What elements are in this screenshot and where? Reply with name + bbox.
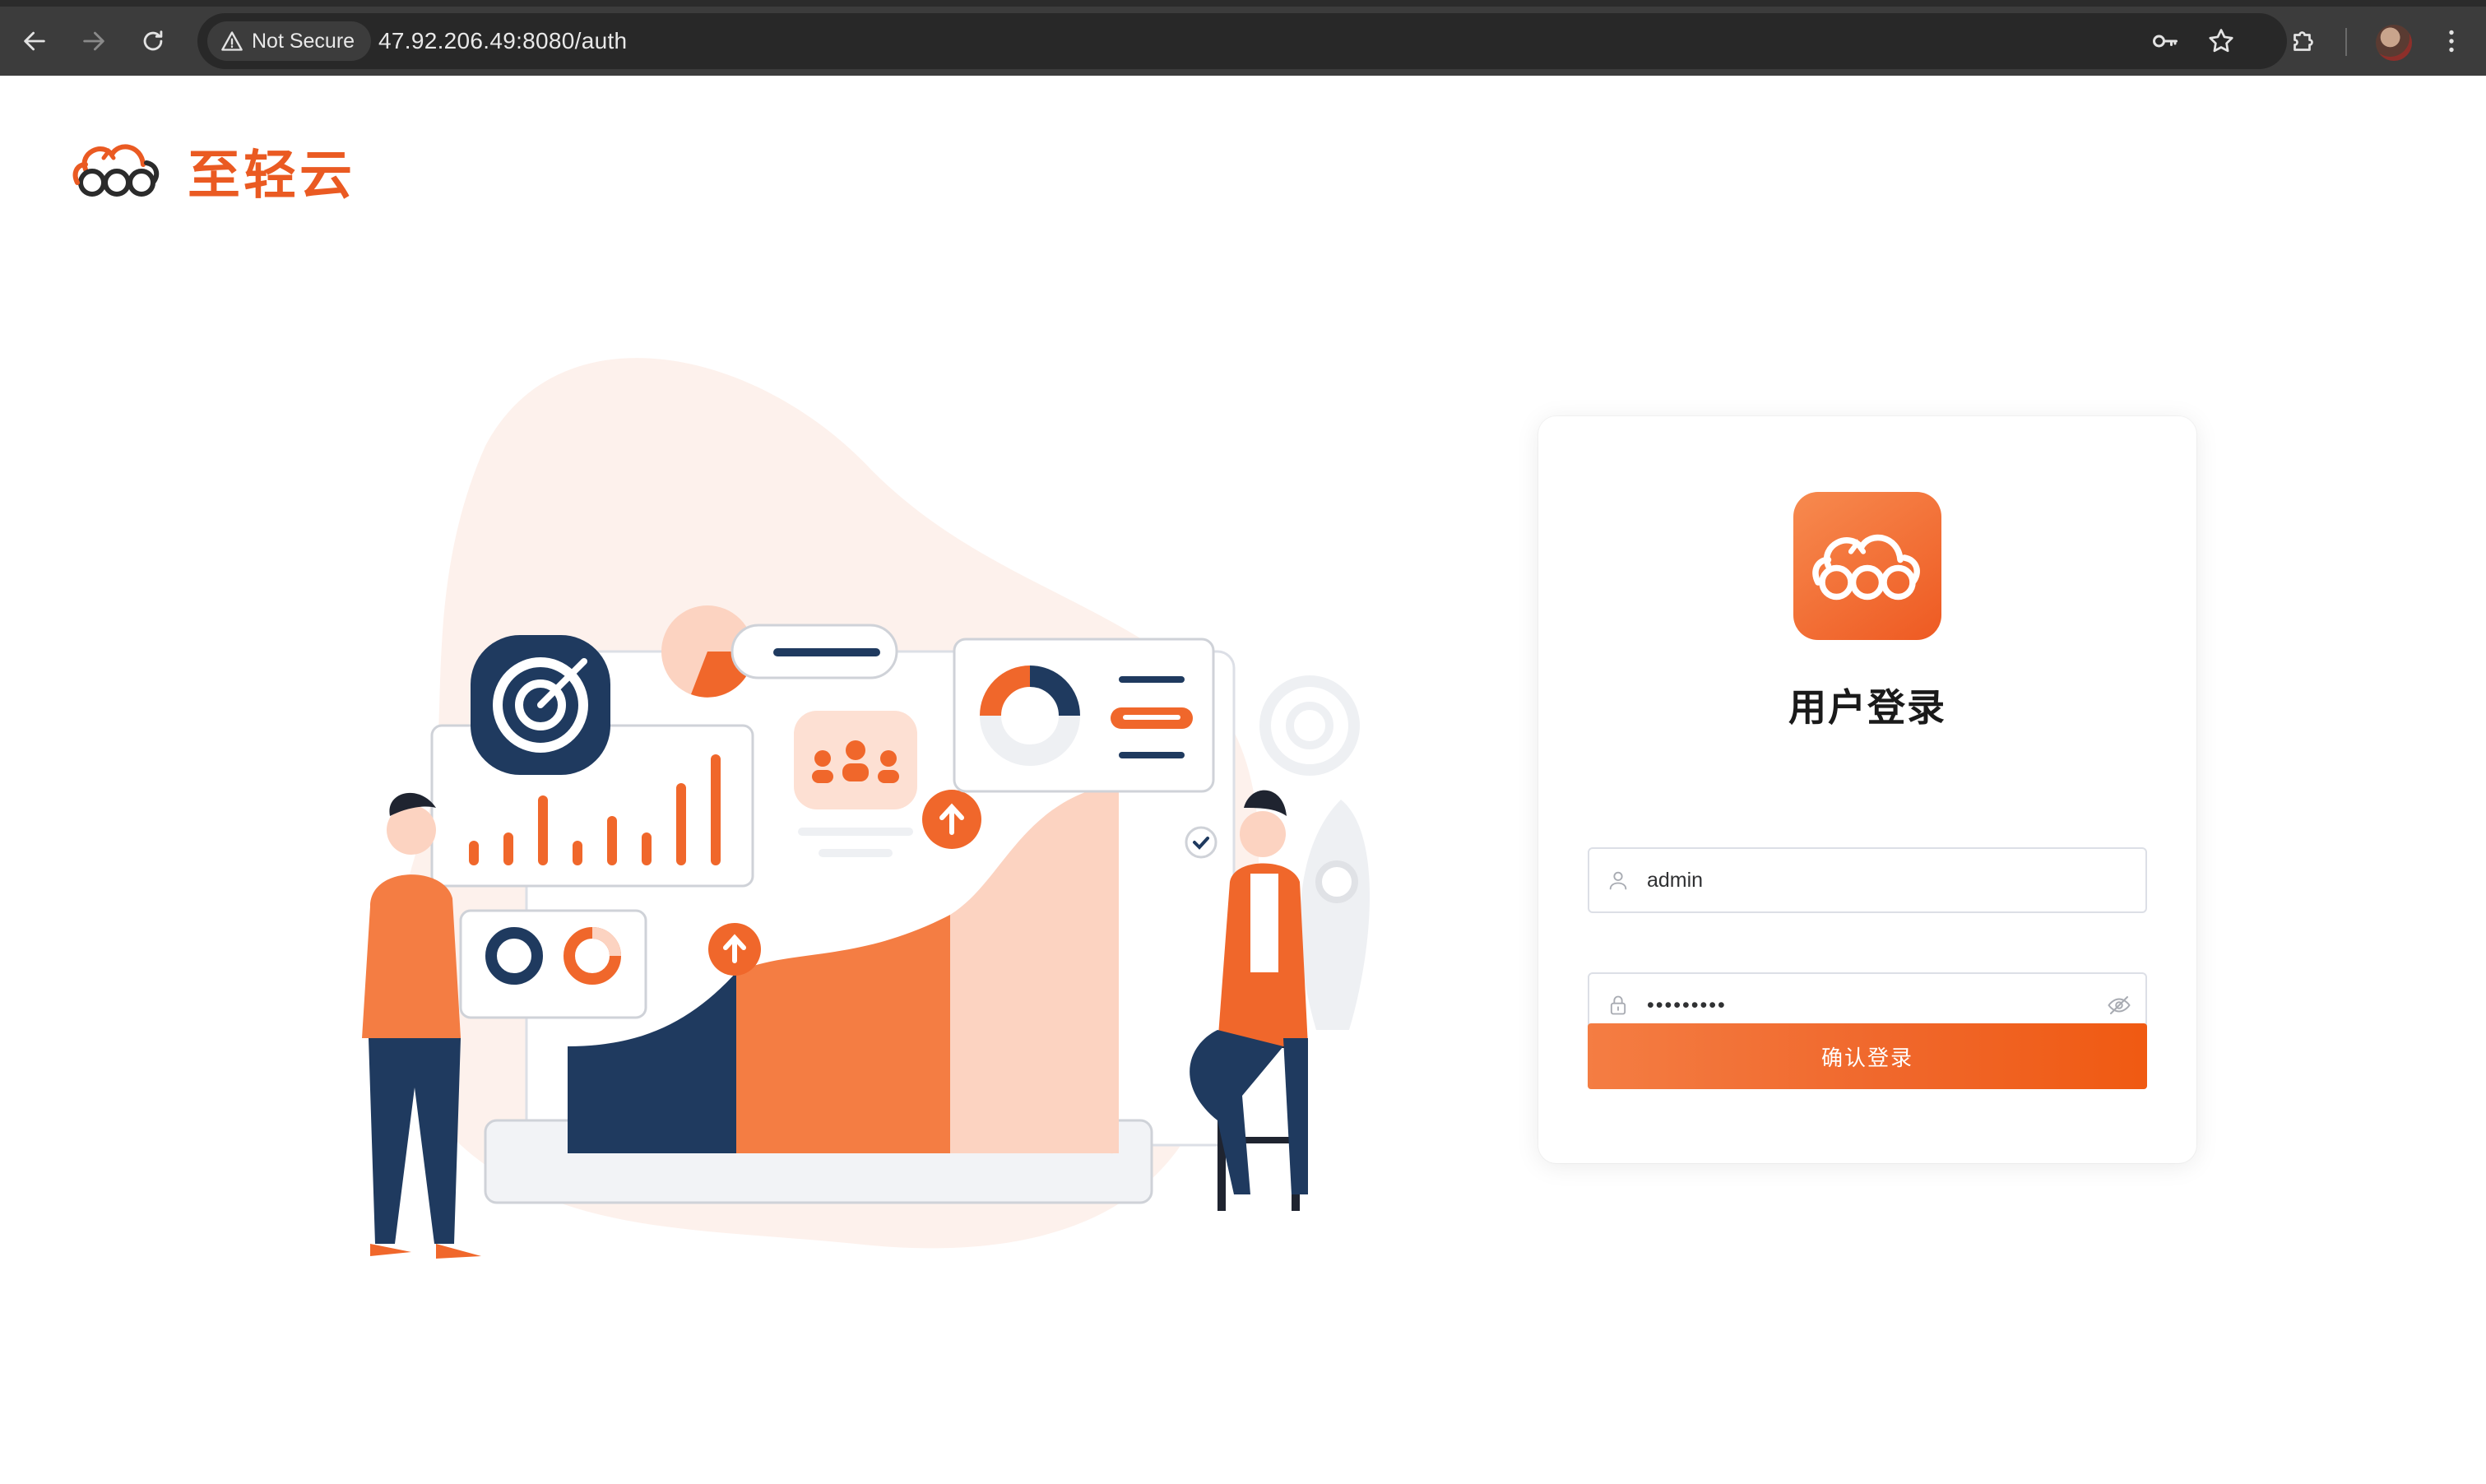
browser-menu-button[interactable] [2428,18,2474,64]
password-input[interactable] [1647,993,2093,1018]
security-label: Not Secure [252,29,355,53]
analytics-team-illustration [362,358,1370,1259]
eye-off-icon[interactable] [2093,993,2145,1018]
username-field[interactable] [1588,847,2147,913]
star-icon [2209,29,2233,53]
bookmark-button[interactable] [2205,25,2238,58]
puzzle-icon [2294,31,2313,51]
auth-page: 至轻云 用户登录 admin ••••••••• 确认登录 [0,76,2486,1484]
brand-header: 至轻云 [71,133,355,209]
back-button[interactable] [12,18,58,64]
address-bar[interactable]: Not Secure 47.92.206.49:8080/auth [197,13,2287,69]
password-key-button[interactable] [2149,25,2182,58]
arrow-right-icon [83,31,104,51]
user-icon [1589,869,1647,892]
url-text[interactable]: 47.92.206.49:8080/auth [378,28,627,54]
security-indicator[interactable]: Not Secure [207,21,372,61]
reload-icon [143,30,163,51]
app-logo [1793,492,1941,640]
login-button[interactable]: 确认登录 [1588,1023,2147,1089]
key-icon [2153,35,2178,48]
reload-button[interactable] [130,18,176,64]
forward-button[interactable] [71,18,117,64]
kebab-menu-icon [2449,30,2454,53]
login-title: 用户登录 [1788,685,1946,730]
toolbar-divider [2345,28,2347,56]
extensions-button[interactable] [2280,18,2326,64]
lock-icon [1589,994,1647,1017]
hero-illustration [346,322,1415,1334]
arrow-left-icon [24,31,45,51]
login-card: 用户登录 确认登录 [1538,416,2196,1163]
brand-name: 至轻云 [188,146,355,206]
browser-toolbar: Not Secure 47.92.206.49:8080/auth [0,0,2486,76]
warning-triangle-icon [221,31,243,51]
cloud-logo-icon [1812,534,1920,601]
profile-avatar[interactable] [2376,25,2412,61]
cloud-logo-icon [72,144,160,197]
username-input[interactable] [1647,868,2145,893]
brand-logo [71,137,163,206]
